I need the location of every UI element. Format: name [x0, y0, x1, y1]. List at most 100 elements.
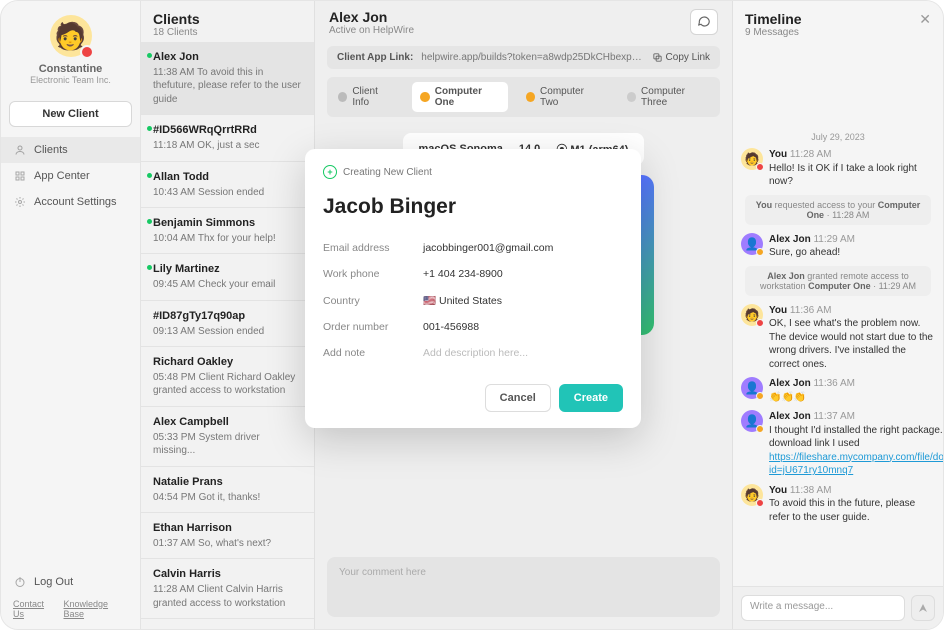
- client-item[interactable]: Calvin Harris11:28 AM Client Calvin Harr…: [141, 559, 314, 619]
- timeline-date: July 29, 2023: [733, 132, 943, 142]
- client-item[interactable]: Ethan Harrison01:37 AM So, what's next?: [141, 513, 314, 559]
- nav-item-account-settings[interactable]: Account Settings: [1, 189, 140, 215]
- client-item[interactable]: Allan Todd10:43 AM Session ended: [141, 162, 314, 208]
- message-link[interactable]: https://fileshare.mycompany.com/file/dow…: [769, 452, 943, 477]
- client-meta: 01:37 AM So, what's next?: [153, 537, 304, 551]
- send-button[interactable]: [911, 595, 935, 621]
- modal-actions: Cancel Create: [323, 384, 623, 412]
- user-block: 🧑 Constantine Electronic Team Inc.: [1, 1, 140, 91]
- client-name: Lily Martinez: [153, 262, 304, 277]
- client-subtitle: Active on HelpWire: [329, 25, 414, 36]
- timeline-panel: Timeline 9 Messages ✕ July 29, 2023 🧑You…: [733, 1, 943, 629]
- modal-heading-label: Creating New Client: [343, 167, 432, 178]
- new-client-button[interactable]: New Client: [9, 101, 132, 127]
- comment-input[interactable]: Your comment here: [327, 557, 720, 617]
- client-meta: 11:28 AM Client Calvin Harris granted ac…: [153, 583, 304, 610]
- tab-computer-two[interactable]: Computer Two: [518, 82, 609, 112]
- client-item[interactable]: #ID566WRqQrrtRRd11:18 AM OK, just a sec: [141, 115, 314, 161]
- timeline-messages[interactable]: 🧑You 11:28 AMHello! Is it OK if I take a…: [733, 148, 943, 586]
- system-event: Alex Jon granted remote access to workst…: [745, 266, 931, 296]
- client-name: Natalie Prans: [153, 475, 304, 490]
- client-meta: 10:43 AM Session ended: [153, 186, 304, 200]
- client-item[interactable]: Alex Jon11:38 AM To avoid this in thefut…: [141, 42, 314, 115]
- presence-dot-icon: [147, 126, 152, 131]
- client-meta: 10:04 AM Thx for your help!: [153, 232, 304, 246]
- presence-dot-icon: [147, 265, 152, 270]
- message-avatar: 🧑: [741, 148, 763, 170]
- nav-bottom: Log Out Contact Us Knowledge Base: [1, 565, 140, 629]
- client-item[interactable]: Alex Campbell05:33 PM System driver miss…: [141, 407, 314, 467]
- main-header: Alex Jon Active on HelpWire: [315, 1, 732, 38]
- knowledge-base-link[interactable]: Knowledge Base: [64, 599, 129, 619]
- client-item[interactable]: Lily Martinez09:45 AM Check your email: [141, 254, 314, 300]
- client-meta: 09:45 AM Check your email: [153, 278, 304, 292]
- message-header: Alex Jon 11:29 AM: [769, 233, 935, 247]
- modal-fields: Email addressjacobbinger001@gmail.comWor…: [323, 235, 623, 366]
- computer-icon: [627, 92, 636, 102]
- modal-field-row[interactable]: Add noteAdd description here...: [323, 340, 623, 366]
- client-meta: 09:13 AM Session ended: [153, 325, 304, 339]
- cancel-button[interactable]: Cancel: [485, 384, 551, 412]
- close-icon[interactable]: ✕: [919, 11, 931, 28]
- field-label: Order number: [323, 321, 423, 333]
- field-value: +1 404 234-8900: [423, 268, 503, 280]
- copy-link-label: Copy Link: [666, 52, 710, 63]
- timeline-title: Timeline: [745, 11, 802, 27]
- copy-link-button[interactable]: Copy Link: [652, 52, 710, 63]
- modal-client-name: Jacob Binger: [323, 195, 623, 219]
- chat-toggle-button[interactable]: [690, 9, 718, 35]
- client-name: Richard Oakley: [153, 355, 304, 370]
- message-avatar: 🧑: [741, 484, 763, 506]
- field-value: Add description here...: [423, 347, 528, 359]
- client-item[interactable]: Natalie Prans04:54 PM Got it, thanks!: [141, 467, 314, 513]
- client-item[interactable]: Benjamin Simmons10:04 AM Thx for your he…: [141, 208, 314, 254]
- message-avatar: 👤: [741, 410, 763, 432]
- message-text: 👏👏👏: [769, 391, 935, 405]
- logout-button[interactable]: Log Out: [13, 575, 128, 589]
- nav-item-clients[interactable]: Clients: [1, 137, 140, 163]
- copy-icon: [652, 52, 663, 63]
- client-name: Alex Jon: [153, 50, 304, 65]
- clients-list[interactable]: Alex Jon11:38 AM To avoid this in thefut…: [141, 42, 314, 629]
- modal-field-row[interactable]: Email addressjacobbinger001@gmail.com: [323, 235, 623, 261]
- tab-client-info[interactable]: Client Info: [330, 82, 402, 112]
- timeline-message: 👤Alex Jon 11:36 AM👏👏👏: [741, 377, 935, 404]
- tab-computer-three[interactable]: Computer Three: [619, 82, 717, 112]
- timeline-message: 🧑You 11:36 AMOK, I see what's the proble…: [741, 304, 935, 372]
- new-client-icon: +: [323, 165, 337, 179]
- app-center-icon: [13, 169, 27, 183]
- system-event: You requested access to your Computer On…: [745, 195, 931, 225]
- client-item[interactable]: Mike Richer: [141, 619, 314, 629]
- client-name: #ID566WRqQrrtRRd: [153, 123, 304, 138]
- client-meta: 05:48 PM Client Richard Oakley granted a…: [153, 371, 304, 398]
- presence-dot-icon: [756, 499, 764, 507]
- field-label: Country: [323, 295, 423, 307]
- field-value: 🇺🇸 United States: [423, 294, 502, 307]
- message-input[interactable]: Write a message...: [741, 595, 905, 621]
- user-avatar[interactable]: 🧑: [50, 15, 92, 57]
- client-name: Allan Todd: [153, 170, 304, 185]
- modal-field-row[interactable]: Country🇺🇸 United States: [323, 287, 623, 314]
- comment-placeholder: Your comment here: [339, 567, 426, 578]
- client-item[interactable]: Richard Oakley05:48 PM Client Richard Oa…: [141, 347, 314, 407]
- computer-icon: [526, 92, 535, 102]
- modal-field-row[interactable]: Order number001-456988: [323, 314, 623, 340]
- create-button[interactable]: Create: [559, 384, 623, 412]
- client-item[interactable]: #ID87gTy17q90ap09:13 AM Session ended: [141, 301, 314, 347]
- client-link-row: Client App Link: helpwire.app/builds?tok…: [327, 46, 720, 69]
- power-icon: [13, 575, 27, 589]
- client-name: Calvin Harris: [153, 567, 304, 582]
- nav-item-app-center[interactable]: App Center: [1, 163, 140, 189]
- client-meta: 04:54 PM Got it, thanks!: [153, 491, 304, 505]
- modal-field-row[interactable]: Work phone+1 404 234-8900: [323, 261, 623, 287]
- client-meta: 05:33 PM System driver missing...: [153, 431, 304, 458]
- message-avatar: 🧑: [741, 304, 763, 326]
- clients-title: Clients: [153, 11, 302, 27]
- contact-us-link[interactable]: Contact Us: [13, 599, 56, 619]
- logout-label: Log Out: [34, 576, 73, 588]
- timeline-message: 🧑You 11:28 AMHello! Is it OK if I take a…: [741, 148, 935, 189]
- tab-computer-one[interactable]: Computer One: [412, 82, 507, 112]
- field-label: Add note: [323, 347, 423, 359]
- timeline-message: 👤Alex Jon 11:29 AMSure, go ahead!: [741, 233, 935, 260]
- presence-dot-icon: [756, 163, 764, 171]
